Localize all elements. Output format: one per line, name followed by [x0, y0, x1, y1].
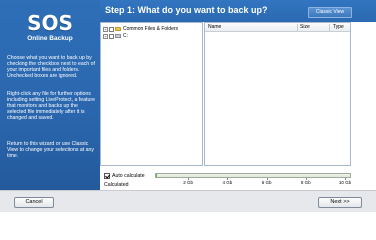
- tree-item-checkbox[interactable]: [109, 26, 114, 32]
- sidebar: SOS Online Backup Choose what you want t…: [0, 0, 100, 190]
- logo: SOS Online Backup: [22, 12, 78, 42]
- size-calculator: Auto calculate Calculated 2 Gb 4 Gb 6 Gb 8 …: [100, 167, 376, 190]
- file-list-header: Name Size Type: [205, 23, 350, 32]
- scale-tick-label: 8 Gb: [300, 180, 311, 185]
- sidebar-help-text-rightclick: Right-click any file for further options…: [7, 91, 95, 121]
- cancel-button[interactable]: Cancel: [14, 197, 54, 208]
- scale-tick-label: 4 Gb: [222, 180, 233, 185]
- logo-subtitle: Online Backup: [27, 35, 73, 42]
- calculated-label: Calculated: [104, 182, 129, 188]
- backup-size-scale: 2 Gb 4 Gb 6 Gb 8 Gb 10 Gb: [155, 173, 351, 187]
- column-header-size[interactable]: Size: [300, 24, 310, 31]
- folder-icon: [115, 27, 121, 31]
- size-scale-bar: [155, 173, 351, 178]
- scale-tick-label: 6 Gb: [261, 180, 272, 185]
- scale-tick-label: 10 Gb: [338, 180, 352, 185]
- column-divider[interactable]: [329, 24, 330, 31]
- tree-item-checkbox[interactable]: [109, 33, 114, 39]
- auto-calculate-label: Auto calculate: [112, 173, 145, 179]
- size-scale-fill: [156, 174, 157, 177]
- column-divider[interactable]: [297, 24, 298, 31]
- expand-icon[interactable]: +: [103, 33, 108, 39]
- column-header-name[interactable]: Name: [208, 24, 221, 31]
- classic-view-button[interactable]: Classic View: [308, 7, 352, 18]
- wizard-footer: Cancel Next >>: [0, 190, 376, 212]
- tree-item-label: Common Files & Folders: [123, 26, 179, 32]
- backup-wizard-window: SOS Online Backup Choose what you want t…: [0, 0, 376, 212]
- step-header: Step 1: What do you want to back up? Cla…: [100, 0, 376, 22]
- sidebar-help-text-return: Return to this wizard or use Classic Vie…: [7, 141, 94, 159]
- logo-mark: SOS: [27, 11, 73, 35]
- next-button[interactable]: Next >>: [318, 197, 362, 208]
- drive-icon: [115, 34, 121, 38]
- tree-item-label: C:: [123, 33, 128, 39]
- column-header-type[interactable]: Type: [333, 24, 344, 31]
- page-title: Step 1: What do you want to back up?: [105, 5, 268, 15]
- folder-tree[interactable]: + Common Files & Folders + C:: [100, 22, 203, 166]
- auto-calculate-checkbox[interactable]: [104, 173, 110, 179]
- tree-item-c-drive[interactable]: + C:: [103, 32, 128, 40]
- scale-tick-label: 2 Gb: [183, 180, 194, 185]
- sidebar-help-text-choose: Choose what you want to back up by check…: [7, 55, 95, 79]
- file-list[interactable]: Name Size Type: [204, 22, 351, 166]
- expand-icon[interactable]: +: [103, 26, 108, 32]
- right-margin: [351, 22, 376, 166]
